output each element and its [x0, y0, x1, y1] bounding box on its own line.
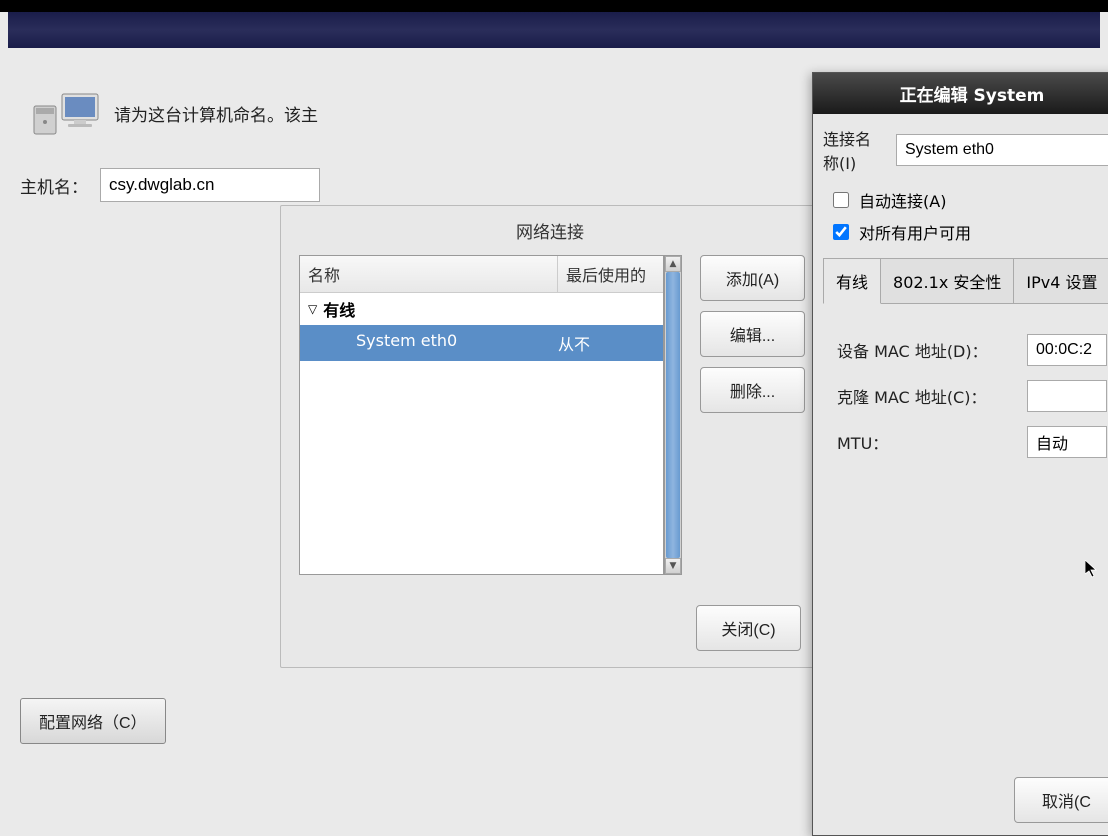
tab-wired[interactable]: 有线: [823, 258, 881, 304]
mtu-input[interactable]: [1027, 426, 1107, 458]
all-users-label: 对所有用户可用: [859, 220, 971, 244]
column-name[interactable]: 名称: [300, 256, 558, 292]
auto-connect-checkbox[interactable]: [833, 192, 849, 208]
close-button[interactable]: 关闭(C): [696, 605, 801, 651]
clone-mac-label: 克隆 MAC 地址(C)：: [837, 384, 1027, 408]
configure-network-button[interactable]: 配置网络（C）: [20, 698, 166, 744]
tab-content-wired: 设备 MAC 地址(D)： 克隆 MAC 地址(C)： MTU：: [823, 304, 1108, 502]
installer-banner: [8, 12, 1100, 48]
all-users-checkbox[interactable]: [833, 224, 849, 240]
cancel-button[interactable]: 取消(C: [1014, 777, 1108, 823]
auto-connect-label: 自动连接(A): [859, 188, 946, 212]
delete-button[interactable]: 删除...: [700, 367, 805, 413]
scroll-thumb[interactable]: [666, 272, 680, 558]
connection-buttons: 添加(A) 编辑... 删除...: [692, 255, 805, 575]
device-mac-input[interactable]: [1027, 334, 1107, 366]
category-wired[interactable]: ▽ 有线: [300, 293, 663, 325]
tabs: 有线 802.1x 安全性 IPv4 设置: [823, 258, 1108, 304]
window-top-border: [0, 0, 1108, 12]
hostname-input[interactable]: [100, 168, 320, 202]
connection-name-label: 连接名称(I): [823, 126, 886, 174]
network-panel-title: 网络连接: [281, 206, 819, 255]
dialog-title: 正在编辑 System: [813, 73, 1108, 114]
column-last-used[interactable]: 最后使用的: [558, 256, 663, 292]
connection-name: System eth0: [300, 331, 558, 355]
edit-connection-dialog: 正在编辑 System 连接名称(I) 自动连接(A) 对所有用户可用 有线 8…: [812, 72, 1108, 836]
auto-connect-row[interactable]: 自动连接(A): [823, 184, 1108, 216]
connection-row-selected[interactable]: System eth0 从不: [300, 325, 663, 361]
scroll-down-button[interactable]: ▼: [665, 558, 681, 574]
connections-list[interactable]: 名称 最后使用的 ▽ 有线 System eth0 从不: [299, 255, 664, 575]
scrollbar[interactable]: ▲ ▼: [664, 255, 682, 575]
connection-name-input[interactable]: [896, 134, 1108, 166]
tab-security[interactable]: 802.1x 安全性: [880, 258, 1014, 303]
device-mac-label: 设备 MAC 地址(D)：: [837, 338, 1027, 362]
category-label: 有线: [323, 297, 355, 321]
chevron-down-icon: ▽: [308, 302, 317, 316]
clone-mac-input[interactable]: [1027, 380, 1107, 412]
computer-icon: [32, 88, 102, 138]
connections-header: 名称 最后使用的: [300, 256, 663, 293]
all-users-row[interactable]: 对所有用户可用: [823, 216, 1108, 248]
mtu-label: MTU：: [837, 430, 1027, 454]
network-connections-dialog: 网络连接 名称 最后使用的 ▽ 有线 System eth0 从不 ▲: [280, 205, 820, 668]
edit-button[interactable]: 编辑...: [700, 311, 805, 357]
hostname-prompt-text: 请为这台计算机命名。该主: [114, 101, 318, 126]
scroll-up-button[interactable]: ▲: [665, 256, 681, 272]
tab-ipv4[interactable]: IPv4 设置: [1013, 258, 1108, 303]
add-button[interactable]: 添加(A): [700, 255, 805, 301]
hostname-label: 主机名：: [20, 173, 88, 198]
connection-last-used: 从不: [558, 331, 663, 355]
